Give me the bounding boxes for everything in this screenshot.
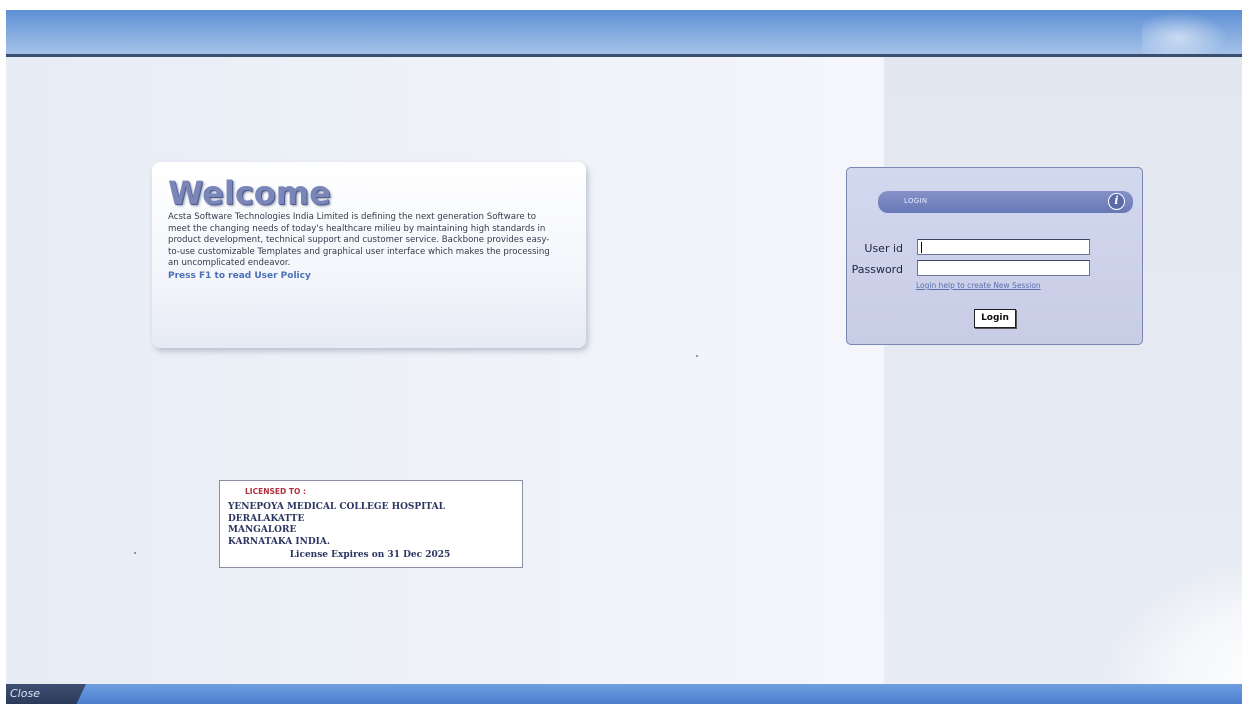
license-address: YENEPOYA MEDICAL COLLEGE HOSPITAL DERALA…	[228, 502, 522, 548]
panel-decoration	[1102, 554, 1242, 684]
license-panel: LICENSED TO : YENEPOYA MEDICAL COLLEGE H…	[219, 480, 523, 568]
scan-speck	[696, 355, 698, 357]
user-id-input[interactable]	[917, 239, 1090, 255]
login-help-link[interactable]: Login help to create New Session	[916, 281, 1041, 290]
top-banner	[6, 10, 1242, 56]
right-panel	[884, 57, 1242, 684]
password-label: Password	[851, 263, 903, 276]
license-expiry: License Expires on 31 Dec 2025	[289, 550, 451, 560]
banner-ornament	[1142, 10, 1232, 56]
license-line: MANGALORE	[228, 525, 297, 535]
user-id-label: User id	[864, 242, 903, 255]
scan-speck	[134, 552, 136, 554]
password-input[interactable]	[917, 260, 1090, 276]
text-caret	[921, 242, 922, 253]
main-content: Welcome Acsta Software Technologies Indi…	[6, 57, 1242, 684]
close-label: Close	[10, 687, 40, 700]
login-header: LOGIN i	[878, 191, 1133, 213]
login-panel: LOGIN i User id Password Login help to c…	[846, 167, 1143, 345]
license-line: YENEPOYA MEDICAL COLLEGE HOSPITAL	[228, 502, 445, 512]
login-header-label: LOGIN	[904, 197, 928, 205]
bottom-bar: Close	[6, 684, 1242, 704]
close-button[interactable]: Close	[6, 684, 86, 704]
license-line: DERALAKATTE	[228, 513, 305, 524]
welcome-title: Welcome	[168, 174, 331, 212]
license-line: KARNATAKA INDIA.	[228, 536, 330, 547]
app-window: Welcome Acsta Software Technologies Indi…	[6, 10, 1242, 704]
user-policy-hint: Press F1 to read User Policy	[168, 270, 311, 281]
help-icon[interactable]: i	[1108, 193, 1125, 210]
welcome-panel: Welcome Acsta Software Technologies Indi…	[152, 162, 586, 348]
license-header: LICENSED TO :	[245, 487, 306, 496]
welcome-description: Acsta Software Technologies India Limite…	[168, 212, 550, 269]
login-button[interactable]: Login	[974, 309, 1016, 328]
